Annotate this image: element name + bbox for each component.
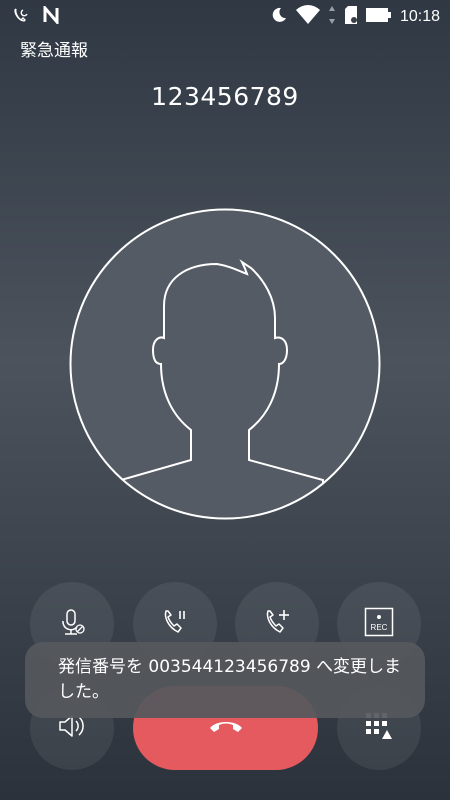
phone-number: 123456789: [151, 82, 299, 111]
data-arrows-icon: [328, 5, 336, 29]
wifi-icon: [295, 5, 320, 29]
emergency-call-label: 緊急通報: [20, 41, 88, 61]
moon-icon: [270, 6, 288, 28]
add-call-icon: [262, 607, 292, 641]
n-logo-icon: [42, 3, 60, 28]
record-label: REC: [371, 623, 388, 632]
record-icon: REC: [364, 607, 394, 641]
end-call-icon: [208, 716, 244, 740]
battery-icon: [365, 7, 392, 27]
sim-card-icon: [344, 5, 358, 29]
hold-icon: [160, 607, 190, 641]
status-bar: 10:18: [0, 0, 450, 32]
mute-icon: [57, 607, 87, 641]
contact-avatar: [69, 208, 381, 520]
toast-message: 発信番号を 003544123456789 へ変更しました。: [25, 642, 425, 718]
clock: 10:18: [399, 8, 440, 25]
do-not-disturb-call-icon: [12, 6, 30, 28]
